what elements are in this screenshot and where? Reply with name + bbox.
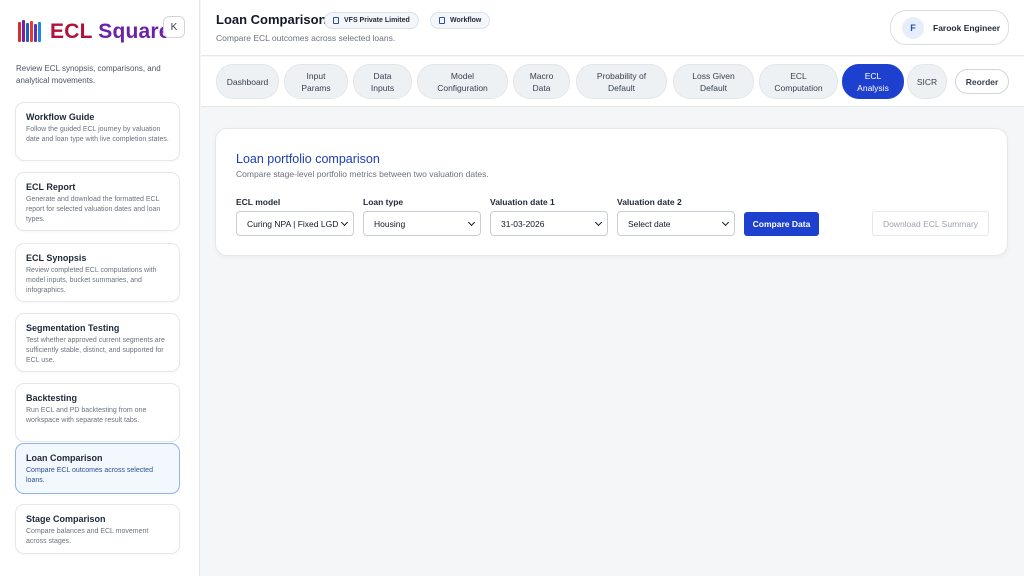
sidebar-description: Review ECL synopsis, comparisons, and an… xyxy=(16,64,161,85)
page-header: Loan Comparison VFS Private Limited Work… xyxy=(201,0,1024,56)
ecl-model-select[interactable]: Curing NPA | Fixed LGD xyxy=(236,211,354,236)
tab-ecl-analysis[interactable]: ECL Analysis xyxy=(842,64,904,99)
tab-loss-given-default[interactable]: Loss Given Default xyxy=(673,64,754,99)
sidebar-item-title: Segmentation Testing xyxy=(26,323,120,333)
sidebar-item-title: Loan Comparison xyxy=(26,453,103,463)
download-ecl-summary-button[interactable]: Download ECL Summary xyxy=(872,211,989,236)
brand-name-part2: Square xyxy=(98,20,171,43)
tab-sicr[interactable]: SICR xyxy=(907,64,947,99)
valuation-date-1-label: Valuation date 1 xyxy=(490,197,555,207)
sidebar-item-title: ECL Report xyxy=(26,182,76,192)
loan-type-label: Loan type xyxy=(363,197,404,207)
building-icon xyxy=(333,17,339,24)
sidebar-item-stage-comparison[interactable]: Stage Comparison Compare balances and EC… xyxy=(15,504,180,554)
ecl-model-value: Curing NPA | Fixed LGD xyxy=(247,218,339,229)
valuation-date-1-value: 31-03-2026 xyxy=(501,218,545,229)
tab-ecl-computation[interactable]: ECL Computation xyxy=(759,64,838,99)
workflow-pill[interactable]: Workflow xyxy=(430,12,491,29)
sidebar-item-title: ECL Synopsis xyxy=(26,253,87,263)
module-tabs: Dashboard Input Params Data Inputs Model… xyxy=(201,57,1024,107)
sidebar: ECL Square K Review ECL synopsis, compar… xyxy=(0,0,200,576)
organization-name: VFS Private Limited xyxy=(344,17,410,24)
avatar: F xyxy=(902,16,924,39)
user-menu[interactable]: F Farook Engineer xyxy=(890,10,1009,45)
sidebar-item-text: Compare balances and ECL movement across… xyxy=(26,528,149,545)
chevron-down-icon xyxy=(721,218,730,227)
tab-macro-data[interactable]: Macro Data xyxy=(513,64,570,99)
page-subtitle: Compare ECL outcomes across selected loa… xyxy=(216,33,396,43)
loan-type-value: Housing xyxy=(374,218,406,229)
reorder-button[interactable]: Reorder xyxy=(955,69,1009,94)
sidebar-item-backtesting[interactable]: Backtesting Run ECL and PD backtesting f… xyxy=(15,383,180,442)
sidebar-item-ecl-report[interactable]: ECL Report Generate and download the for… xyxy=(15,172,180,231)
loan-comparison-card: Loan portfolio comparison Compare stage-… xyxy=(215,128,1008,256)
sidebar-item-title: Stage Comparison xyxy=(26,514,106,524)
collapse-sidebar-button[interactable]: K xyxy=(163,16,185,38)
sidebar-item-title: Backtesting xyxy=(26,393,78,403)
workflow-label: Workflow xyxy=(450,17,482,24)
card-subtitle: Compare stage-level portfolio metrics be… xyxy=(236,169,489,179)
sidebar-item-text: Test whether approved current segments a… xyxy=(26,337,165,364)
tab-probability-of-default[interactable]: Probability of Default xyxy=(576,64,667,99)
tab-model-configuration[interactable]: Model Configuration xyxy=(417,64,508,99)
chevron-down-icon xyxy=(467,218,476,227)
tab-input-params[interactable]: Input Params xyxy=(284,64,348,99)
brand-logo[interactable]: ECL Square xyxy=(18,20,171,44)
sidebar-item-text: Review completed ECL computations with m… xyxy=(26,267,157,294)
sidebar-item-ecl-synopsis[interactable]: ECL Synopsis Review completed ECL comput… xyxy=(15,243,180,302)
valuation-date-2-label: Valuation date 2 xyxy=(617,197,682,207)
valuation-date-2-value: Select date xyxy=(628,218,671,229)
bar-logo-icon xyxy=(18,20,44,44)
sidebar-item-text: Run ECL and PD backtesting from one work… xyxy=(26,407,147,424)
workflow-icon xyxy=(439,17,445,24)
brand-name: ECL Square xyxy=(50,20,171,44)
valuation-date-1-select[interactable]: 31-03-2026 xyxy=(490,211,608,236)
ecl-model-label: ECL model xyxy=(236,197,281,207)
user-name: Farook Engineer xyxy=(933,22,1001,33)
sidebar-item-text: Generate and download the formatted ECL … xyxy=(26,196,161,223)
sidebar-item-title: Workflow Guide xyxy=(26,112,95,122)
sidebar-item-workflow-guide[interactable]: Workflow Guide Follow the guided ECL jou… xyxy=(15,102,180,161)
valuation-date-2-select[interactable]: Select date xyxy=(617,211,735,236)
chevron-down-icon xyxy=(594,218,603,227)
brand-name-part1: ECL xyxy=(50,20,93,43)
sidebar-item-loan-comparison[interactable]: Loan Comparison Compare ECL outcomes acr… xyxy=(15,443,180,494)
page-title: Loan Comparison xyxy=(216,12,327,27)
sidebar-item-text: Follow the guided ECL journey by valuati… xyxy=(26,126,169,143)
sidebar-item-segmentation-testing[interactable]: Segmentation Testing Test whether approv… xyxy=(15,313,180,372)
card-title: Loan portfolio comparison xyxy=(236,152,380,166)
compare-data-button[interactable]: Compare Data xyxy=(744,212,819,236)
loan-type-select[interactable]: Housing xyxy=(363,211,481,236)
organization-pill[interactable]: VFS Private Limited xyxy=(324,12,419,29)
chevron-down-icon xyxy=(340,218,349,227)
sidebar-item-text: Compare ECL outcomes across selected loa… xyxy=(26,467,153,484)
tab-dashboard[interactable]: Dashboard xyxy=(216,64,279,99)
tab-data-inputs[interactable]: Data Inputs xyxy=(353,64,412,99)
